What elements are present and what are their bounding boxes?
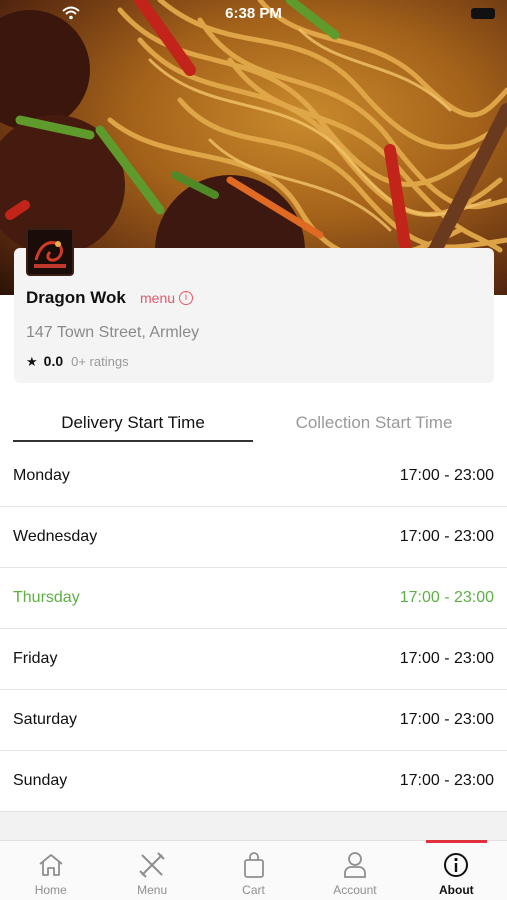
schedule-row: Saturday 17:00 - 23:00: [0, 690, 507, 751]
menu-link-label: menu: [140, 290, 176, 306]
nav-about-label: About: [439, 883, 474, 897]
ratings-count: 0+ ratings: [71, 354, 129, 369]
rating-row: ★ 0.0 0+ ratings: [26, 353, 129, 370]
info-icon: i: [179, 291, 194, 305]
day-label: Thursday: [13, 589, 80, 606]
content-footer-spacer: [0, 812, 507, 840]
opening-hours-list: Monday 17:00 - 23:00 Wednesday 17:00 - 2…: [0, 446, 507, 812]
nav-cart-label: Cart: [242, 883, 265, 897]
info-icon: [406, 849, 507, 881]
time-tabs: Delivery Start Time Collection Start Tim…: [13, 400, 494, 442]
star-icon: ★: [26, 354, 38, 369]
day-label: Saturday: [13, 711, 78, 728]
nav-cart[interactable]: Cart: [203, 841, 304, 900]
schedule-row: Monday 17:00 - 23:00: [0, 446, 507, 507]
shopping-bag-icon: [203, 849, 304, 881]
schedule-row: Sunday 17:00 - 23:00: [0, 751, 507, 812]
day-label: Monday: [13, 467, 70, 484]
schedule-row: Wednesday 17:00 - 23:00: [0, 507, 507, 568]
tab-delivery-start-time[interactable]: Delivery Start Time: [13, 400, 253, 442]
nav-home-label: Home: [34, 883, 67, 897]
restaurant-logo: [26, 228, 74, 276]
rating-value: 0.0: [43, 353, 64, 369]
nav-about[interactable]: About: [406, 840, 507, 900]
nav-menu-label: Menu: [137, 883, 168, 897]
account-icon: [304, 849, 405, 881]
schedule-row: Friday 17:00 - 23:00: [0, 629, 507, 690]
bottom-tab-bar: Home Menu Cart Account About: [0, 840, 507, 900]
tab-collection-start-time[interactable]: Collection Start Time: [254, 400, 494, 442]
nav-home[interactable]: Home: [0, 841, 101, 900]
day-label: Wednesday: [13, 528, 98, 545]
hours-label: 17:00 - 23:00: [399, 589, 494, 606]
status-bar: 6:38 PM: [0, 0, 507, 28]
day-label: Sunday: [13, 772, 68, 789]
hours-label: 17:00 - 23:00: [399, 772, 494, 789]
battery-icon: [471, 8, 495, 19]
nav-account[interactable]: Account: [304, 841, 405, 900]
hours-label: 17:00 - 23:00: [399, 528, 494, 545]
restaurant-address: 147 Town Street, Armley: [26, 324, 200, 341]
home-icon: [0, 849, 101, 881]
nav-menu[interactable]: Menu: [101, 841, 202, 900]
status-time: 6:38 PM: [225, 5, 282, 22]
day-label: Friday: [13, 650, 58, 667]
fork-knife-icon: [101, 849, 202, 881]
nav-account-label: Account: [333, 883, 377, 897]
hours-label: 17:00 - 23:00: [399, 467, 494, 484]
schedule-row-today: Thursday 17:00 - 23:00: [0, 568, 507, 629]
menu-link[interactable]: menu i: [140, 290, 194, 306]
hours-label: 17:00 - 23:00: [399, 650, 494, 667]
restaurant-name: Dragon Wok: [26, 288, 126, 307]
active-tab-indicator: [425, 840, 488, 843]
hours-label: 17:00 - 23:00: [399, 711, 494, 728]
